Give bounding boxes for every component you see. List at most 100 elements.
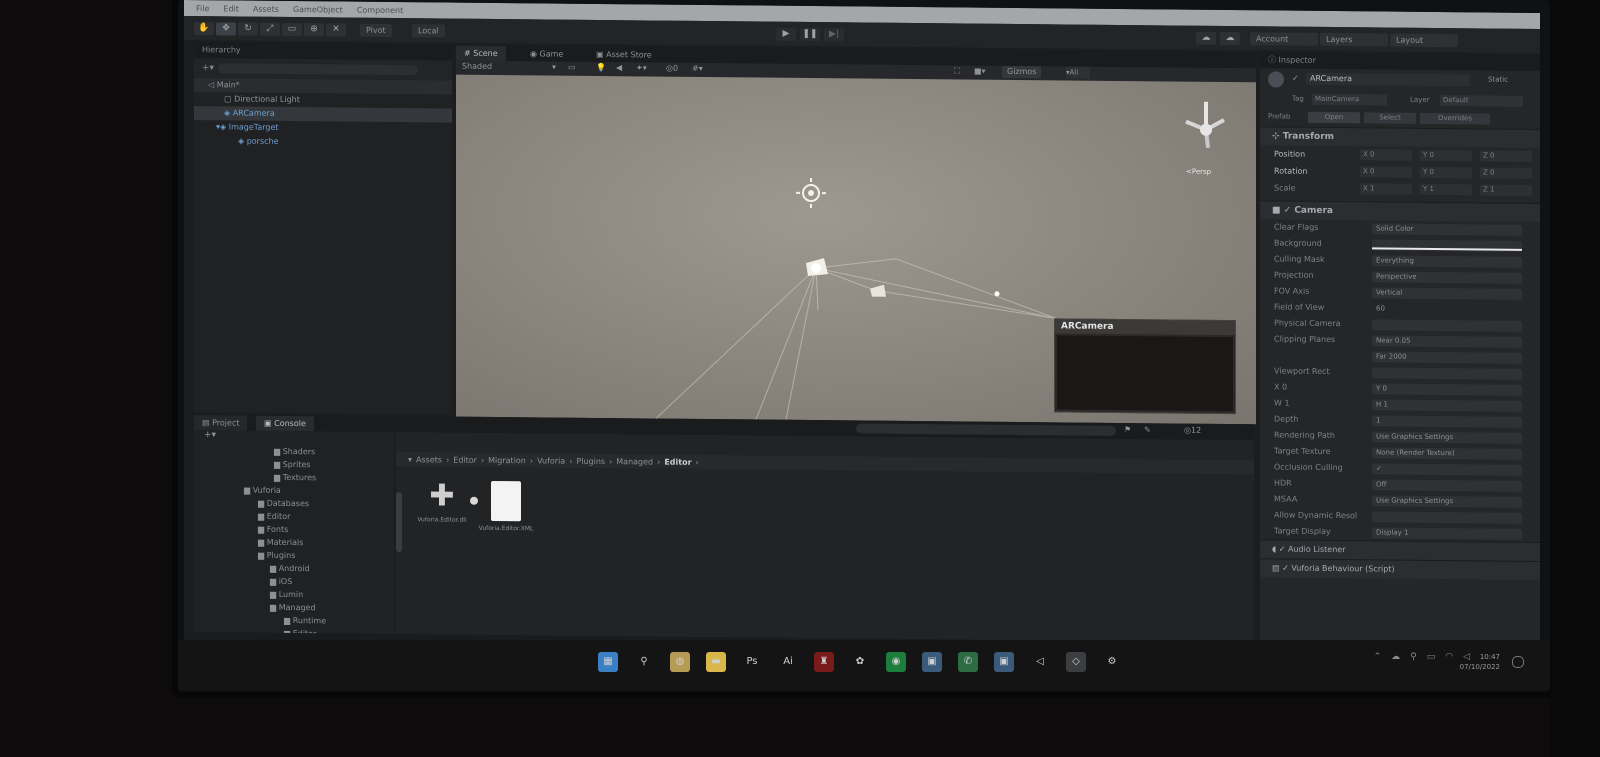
search-all-input[interactable]: ▾All	[1066, 66, 1090, 79]
add-icon[interactable]: +▾	[202, 63, 214, 73]
field-value[interactable]: Vertical	[1372, 287, 1522, 300]
asset-item[interactable]: Vuforia.Editor.XML	[476, 480, 536, 533]
scrollbar[interactable]	[396, 492, 402, 553]
illustrator-icon[interactable]: Ai	[778, 652, 798, 672]
app-icon[interactable]: ▣	[994, 652, 1014, 672]
vector-x-field[interactable]: X 0	[1360, 166, 1412, 178]
menu-component[interactable]: Component	[357, 5, 403, 14]
prefab-overrides-dropdown[interactable]: Overrides	[1420, 112, 1490, 125]
layers-dropdown[interactable]: Layers	[1320, 32, 1388, 47]
acrobat-icon[interactable]: ♜	[814, 652, 834, 672]
field-value[interactable]: Y 0	[1372, 383, 1522, 396]
transform-tool-icon[interactable]: ⊕	[304, 23, 324, 37]
project-search-input[interactable]	[856, 423, 1116, 436]
display-icon[interactable]: ▭	[1427, 652, 1436, 662]
photoshop-icon[interactable]: Ps	[742, 652, 762, 672]
custom-tool-icon[interactable]: ✕	[326, 23, 346, 37]
field-value[interactable]	[1372, 239, 1522, 252]
shading-mode-dropdown[interactable]: Shaded	[462, 62, 492, 71]
chevron-down-icon[interactable]: ▾	[552, 63, 556, 72]
field-value[interactable]: Use Graphics Settings	[1372, 431, 1522, 444]
filter-by-label-icon[interactable]: ✎	[1144, 425, 1151, 434]
hierarchy-item-imagetarget[interactable]: ▾◈ ImageTarget	[194, 120, 452, 136]
chevron-down-icon[interactable]: ▾	[408, 455, 412, 464]
file-explorer-icon[interactable]: ▬	[706, 652, 726, 672]
vector-z-field[interactable]: Z 1	[1480, 184, 1532, 196]
audio-listener-header[interactable]: ◖ ✓ Audio Listener	[1260, 539, 1540, 562]
location-icon[interactable]: ⚲	[1410, 652, 1417, 662]
account-dropdown[interactable]: Account	[1250, 32, 1318, 46]
field-value[interactable]: 60	[1372, 303, 1522, 315]
vector-z-field[interactable]: Z 0	[1480, 167, 1532, 179]
tab-console[interactable]: ▣ Console	[256, 415, 314, 432]
vector-x-field[interactable]: X 1	[1360, 183, 1412, 195]
field-value[interactable]: Perspective	[1372, 271, 1522, 284]
tab-scene[interactable]: # Scene	[456, 45, 506, 62]
local-toggle[interactable]: Local	[412, 24, 445, 38]
orientation-gizmo-icon[interactable]	[1185, 101, 1225, 149]
hidden-objects-icon[interactable]: ◎0	[666, 64, 678, 73]
hand-tool-icon[interactable]: ✋	[194, 22, 214, 36]
layer-dropdown[interactable]: Default	[1440, 95, 1523, 107]
cloud-icon[interactable]: ☁	[1391, 652, 1400, 662]
menu-edit[interactable]: Edit	[223, 4, 239, 13]
scene-viewport[interactable]: <Persp ARCamera	[456, 74, 1256, 425]
object-name-field[interactable]: ARCamera	[1306, 72, 1470, 87]
layout-dropdown[interactable]: Layout	[1390, 33, 1458, 48]
cloud-icon[interactable]: ☁	[1220, 31, 1240, 46]
breadcrumb-item[interactable]: Editor	[664, 457, 691, 466]
vector-y-field[interactable]: Y 0	[1420, 166, 1472, 179]
pause-icon[interactable]: ❚❚	[800, 27, 820, 42]
hierarchy-tab[interactable]: Hierarchy	[194, 42, 452, 61]
field-value[interactable]	[1372, 367, 1522, 380]
effects-toggle-icon[interactable]: ✦▾	[636, 63, 647, 72]
play-icon[interactable]: ▶	[776, 27, 796, 41]
chevron-up-icon[interactable]: ⌃	[1374, 652, 1382, 662]
unity-icon[interactable]: ◇	[1066, 652, 1086, 672]
clock[interactable]: 10:47 07/10/2022	[1460, 652, 1500, 672]
active-checkbox[interactable]: ✓	[1292, 74, 1299, 83]
vector-x-field[interactable]: X 0	[1360, 149, 1412, 161]
image-target-gizmo-icon[interactable]	[870, 284, 886, 297]
hidden-packages-icon[interactable]: ◎12	[1184, 426, 1201, 435]
camera-settings-icon[interactable]: ■▾	[974, 67, 986, 76]
menu-gameobject[interactable]: GameObject	[293, 5, 343, 14]
2d-toggle-icon[interactable]: ▭	[568, 63, 576, 72]
grid-toggle-icon[interactable]: #▾	[692, 64, 703, 73]
spotify-icon[interactable]: ◉	[886, 652, 906, 672]
wifi-icon[interactable]: ◠	[1445, 652, 1453, 662]
tab-project[interactable]: ▤ Project	[194, 415, 248, 431]
rect-tool-icon[interactable]: ▭	[282, 22, 302, 37]
lighting-toggle-icon[interactable]: 💡	[596, 63, 606, 72]
app-icon[interactable]: ▣	[922, 652, 942, 672]
menu-file[interactable]: File	[196, 4, 209, 13]
field-value[interactable]	[1372, 319, 1522, 332]
field-value[interactable]: Use Graphics Settings	[1372, 495, 1522, 508]
tools-icon[interactable]: ⛶	[954, 66, 960, 76]
field-value[interactable]: Display 1	[1372, 527, 1522, 540]
field-value[interactable]	[1372, 511, 1522, 524]
camera-gizmo-icon[interactable]	[806, 258, 828, 276]
prefab-open-button[interactable]: Open	[1308, 111, 1360, 124]
vector-y-field[interactable]: Y 1	[1420, 183, 1472, 196]
field-value[interactable]: Far 2000	[1372, 351, 1522, 364]
asset-item[interactable]: ✚ Vuforia.Editor.dll	[412, 478, 472, 524]
notification-icon[interactable]	[1512, 656, 1524, 668]
chrome-icon[interactable]: ◍	[670, 652, 690, 672]
persp-label[interactable]: <Persp	[1186, 168, 1211, 176]
paint-icon[interactable]: ✿	[850, 652, 870, 672]
field-value[interactable]: Off	[1372, 479, 1522, 492]
menu-assets[interactable]: Assets	[253, 4, 279, 13]
whatsapp-icon[interactable]: ✆	[958, 652, 978, 672]
breadcrumb-item[interactable]: Vuforia	[537, 456, 565, 465]
field-value[interactable]: 1	[1372, 415, 1522, 428]
prefab-select-button[interactable]: Select	[1364, 112, 1416, 124]
static-toggle[interactable]: Static	[1488, 76, 1508, 84]
search-icon[interactable]: ⚲	[634, 652, 654, 672]
breadcrumb-item[interactable]: Assets	[416, 455, 442, 464]
rotate-tool-icon[interactable]: ↻	[238, 22, 258, 36]
directional-light-icon[interactable]	[796, 178, 826, 209]
breadcrumb-item[interactable]: Managed	[616, 457, 653, 466]
tag-dropdown[interactable]: MainCamera	[1312, 93, 1387, 106]
tab-game[interactable]: ◉ Game	[522, 46, 571, 61]
